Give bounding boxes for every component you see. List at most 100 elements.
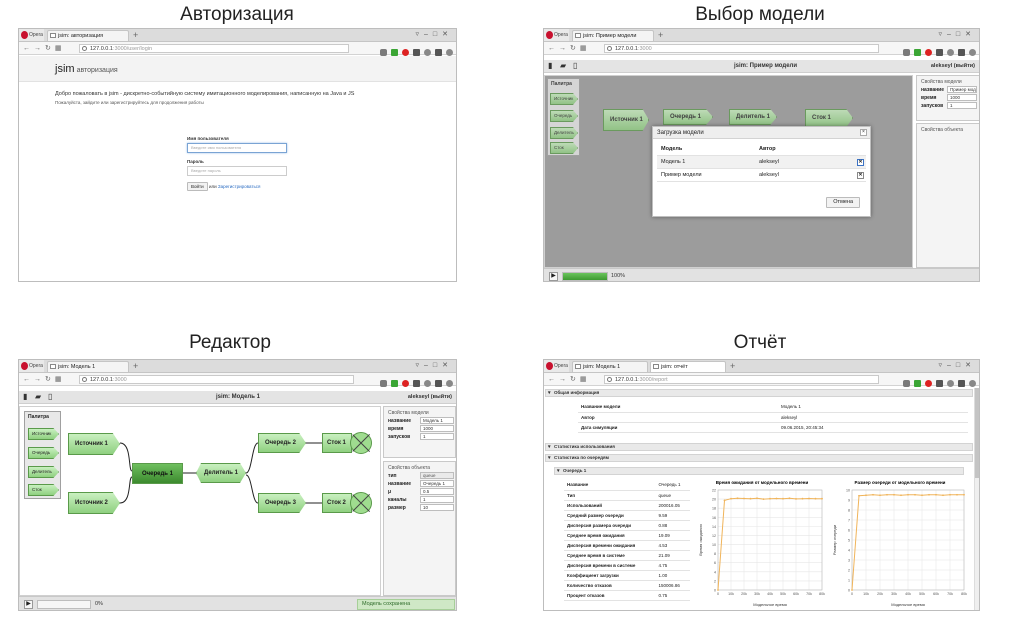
tab-login[interactable]: jsim: авторизация: [47, 30, 129, 41]
tab-editor[interactable]: jsim: Модель 1: [572, 361, 648, 372]
user-logout[interactable]: alekseyl (выйти): [408, 391, 452, 403]
node-queue-2[interactable]: Очередь 2: [258, 433, 306, 453]
plus-green-icon[interactable]: [391, 49, 398, 56]
new-tab-button[interactable]: +: [133, 29, 138, 41]
heart-icon[interactable]: [380, 49, 387, 56]
palette-splitter[interactable]: Делитель: [28, 466, 59, 478]
node-source-1[interactable]: Источник 1: [603, 109, 649, 131]
play-icon[interactable]: ▶: [24, 600, 33, 609]
palette-splitter[interactable]: Делитель: [550, 127, 578, 139]
node-queue-1[interactable]: Очередь 1: [132, 463, 183, 484]
user-logout[interactable]: alekseyl (выйти): [931, 60, 975, 72]
password-input[interactable]: Введите пароль: [187, 166, 287, 176]
menu-icon[interactable]: [958, 49, 965, 56]
login-button[interactable]: Войти: [187, 182, 208, 191]
url-field[interactable]: 127.0.0.1:3000: [604, 44, 879, 53]
palette-sink[interactable]: Сток: [28, 484, 59, 496]
palette-source[interactable]: Источник: [28, 428, 59, 440]
prop-runs-input[interactable]: 1: [420, 433, 454, 440]
url-field[interactable]: 127.0.0.1:3000: [79, 375, 354, 384]
scrollbar-thumb[interactable]: [975, 388, 979, 478]
node-queue-3[interactable]: Очередь 3: [258, 493, 306, 513]
node-queue-1[interactable]: Очередь 1: [663, 109, 713, 125]
obj-size-input[interactable]: 10: [420, 504, 454, 511]
node-sink-1[interactable]: Сток 1: [322, 432, 372, 454]
stop-red-icon[interactable]: [925, 49, 932, 56]
new-tab-button[interactable]: +: [658, 29, 663, 41]
node-source-1[interactable]: Источник 1: [68, 433, 120, 455]
opera-menu-button[interactable]: Opera: [19, 360, 44, 372]
save-icon[interactable]: ▮: [548, 62, 556, 70]
section-usage[interactable]: Статистика использования: [545, 443, 973, 451]
open-folder-icon[interactable]: ▰: [35, 393, 43, 401]
user-icon[interactable]: [969, 49, 976, 56]
prop-time-input[interactable]: 1000: [420, 425, 454, 432]
window-controls[interactable]: ▿–□✕: [939, 360, 977, 372]
prop-time-input[interactable]: 1000: [947, 94, 977, 101]
window-controls[interactable]: ▿–□✕: [416, 360, 454, 372]
obj-mu-input[interactable]: 0.5: [420, 488, 454, 495]
prop-runs-input[interactable]: 1: [947, 102, 977, 109]
section-general[interactable]: Общая информация: [545, 389, 973, 397]
opera-menu-button[interactable]: Opera: [544, 29, 569, 41]
prop-name-input[interactable]: Пример мод: [947, 86, 977, 93]
save-icon[interactable]: ▮: [23, 393, 31, 401]
delete-icon[interactable]: ✕: [857, 172, 864, 179]
nav-buttons[interactable]: ←→↻▦: [23, 43, 65, 54]
opera-menu-button[interactable]: Opera: [19, 29, 44, 41]
menu-icon[interactable]: [435, 380, 442, 387]
report-icon[interactable]: ▯: [573, 62, 581, 70]
section-queues[interactable]: Статистика по очередям: [545, 454, 973, 462]
palette-sink[interactable]: Сток: [550, 142, 578, 154]
table-row[interactable]: Пример модели alekseyl ✕: [657, 169, 866, 182]
heart-icon[interactable]: [380, 380, 387, 387]
extension-icon[interactable]: [936, 380, 943, 387]
obj-name-input[interactable]: Очередь 1: [420, 480, 454, 487]
user-icon[interactable]: [446, 49, 453, 56]
heart-icon[interactable]: [903, 49, 910, 56]
menu-icon[interactable]: [958, 380, 965, 387]
nav-buttons[interactable]: ←→↻▦: [23, 374, 65, 385]
model-canvas[interactable]: Палитра Источник Очередь Делитель Сток И…: [19, 406, 381, 596]
no-icon[interactable]: [947, 49, 954, 56]
extension-icon[interactable]: [936, 49, 943, 56]
open-folder-icon[interactable]: ▰: [560, 62, 568, 70]
play-icon[interactable]: ▶: [549, 272, 558, 281]
stop-red-icon[interactable]: [402, 49, 409, 56]
window-controls[interactable]: ▿–□✕: [939, 29, 977, 41]
window-controls[interactable]: ▿–□✕: [416, 29, 454, 41]
node-sink-1[interactable]: Сток 1: [805, 109, 853, 127]
palette-source[interactable]: Источник: [550, 93, 578, 105]
no-icon[interactable]: [424, 380, 431, 387]
user-icon[interactable]: [446, 380, 453, 387]
heart-icon[interactable]: [903, 380, 910, 387]
tab-report[interactable]: jsim: отчёт: [650, 361, 726, 372]
plus-green-icon[interactable]: [391, 380, 398, 387]
no-icon[interactable]: [947, 380, 954, 387]
new-tab-button[interactable]: +: [730, 360, 735, 372]
plus-green-icon[interactable]: [914, 49, 921, 56]
menu-icon[interactable]: [435, 49, 442, 56]
node-source-2[interactable]: Источник 2: [68, 492, 120, 514]
tab-model[interactable]: jsim: Пример модели: [572, 30, 654, 41]
extension-icon[interactable]: [413, 380, 420, 387]
new-tab-button[interactable]: +: [133, 360, 138, 372]
prop-name-input[interactable]: Модель 1: [420, 417, 454, 424]
node-sink-2[interactable]: Сток 2: [322, 492, 372, 514]
url-field[interactable]: 127.0.0.1:3000/report: [604, 375, 879, 384]
plus-green-icon[interactable]: [914, 380, 921, 387]
close-icon[interactable]: ×: [860, 129, 867, 136]
tab-editor[interactable]: jsim: Модель 1: [47, 361, 129, 372]
section-queue-1[interactable]: Очередь 1: [554, 467, 964, 475]
cancel-button[interactable]: Отмена: [826, 197, 860, 208]
nav-buttons[interactable]: ←→↻▦: [548, 43, 590, 54]
delete-icon[interactable]: ✕: [857, 159, 864, 166]
obj-channels-input[interactable]: 1: [420, 496, 454, 503]
table-row[interactable]: Модель 1 alekseyl ✕: [657, 156, 866, 169]
extension-icon[interactable]: [413, 49, 420, 56]
nav-buttons[interactable]: ←→↻▦: [548, 374, 590, 385]
stop-red-icon[interactable]: [402, 380, 409, 387]
report-icon[interactable]: ▯: [48, 393, 56, 401]
palette-queue[interactable]: Очередь: [550, 110, 578, 122]
opera-menu-button[interactable]: Opera: [544, 360, 569, 372]
